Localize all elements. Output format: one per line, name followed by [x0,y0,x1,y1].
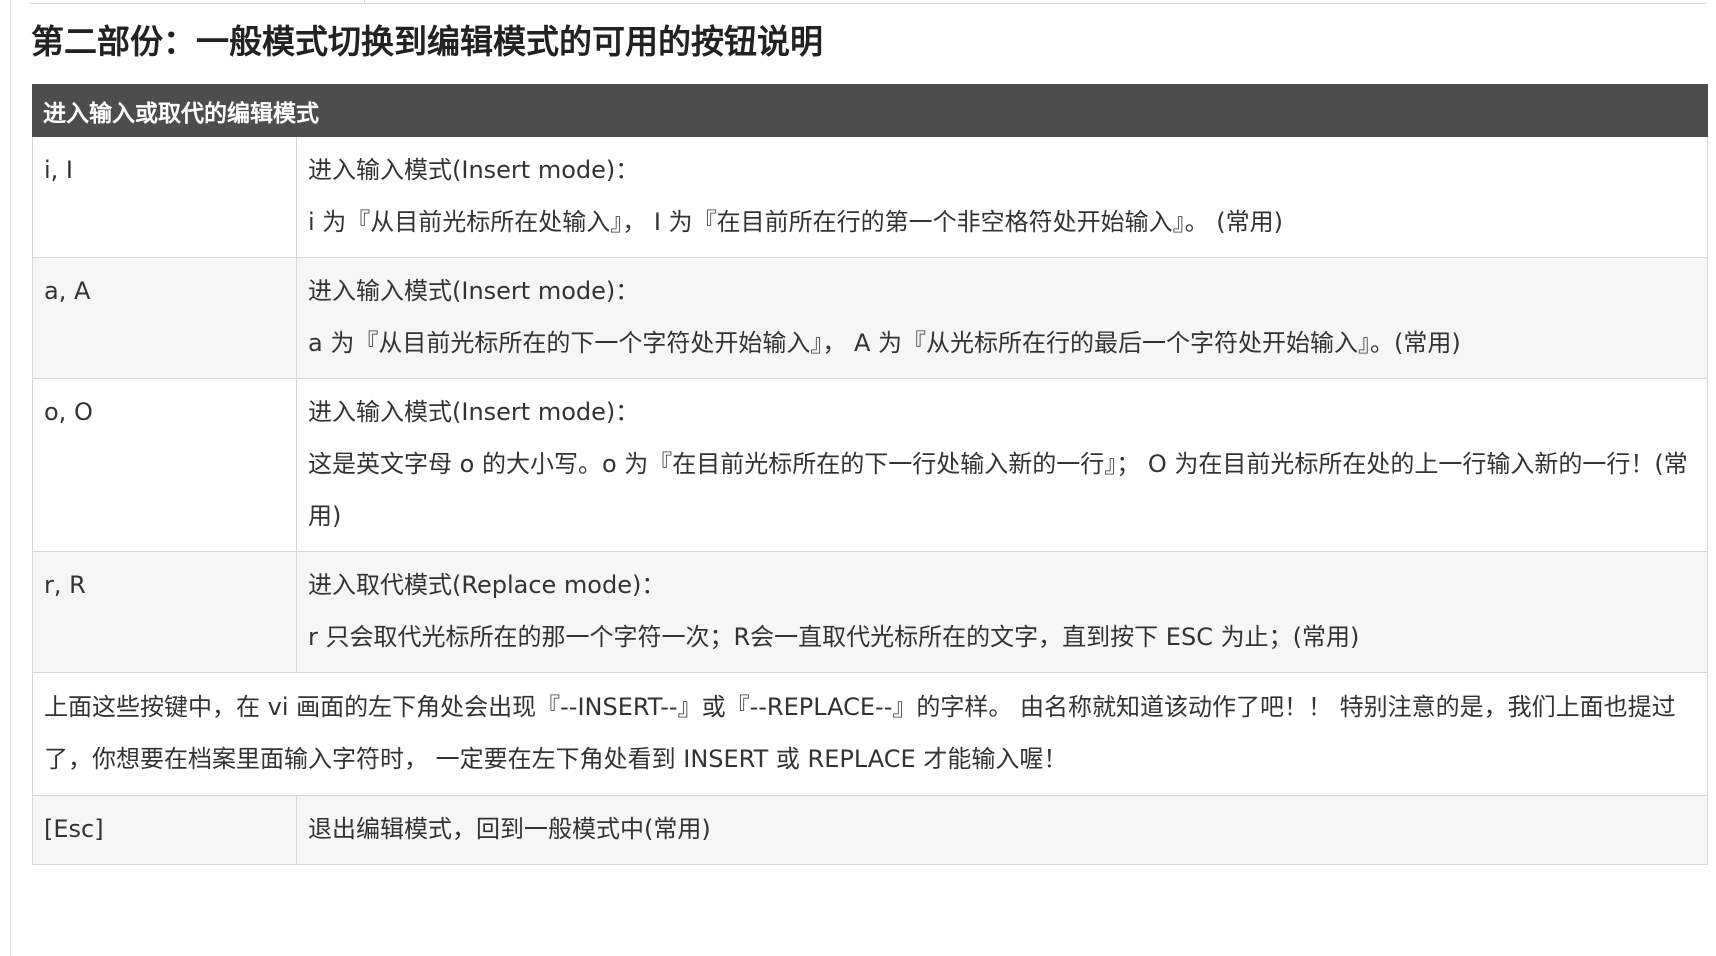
description-line: 进入输入模式(Insert mode)： [308,398,640,426]
section-title: 第二部份：一般模式切换到编辑模式的可用的按钮说明 [31,22,823,61]
description-line: 这是英文字母 o 的大小写。o 为『在目前光标所在的下一行处输入新的一行』； O… [308,450,1688,530]
description-line: i 为『从目前光标所在处输入』， I 为『在目前所在行的第一个非空格符处开始输入… [308,208,1283,236]
description-line: 进入输入模式(Insert mode)： [308,156,640,184]
command-description: 进入取代模式(Replace mode)： r 只会取代光标所在的那一个字符一次… [296,551,1708,673]
description-line: 进入输入模式(Insert mode)： [308,277,640,305]
command-key: o, O [32,378,297,552]
command-description: 进入输入模式(Insert mode)： 这是英文字母 o 的大小写。o 为『在… [296,378,1708,552]
note-text: 上面这些按键中，在 vi 画面的左下角处会出现『--INSERT--』或『--R… [32,672,1708,796]
table-row-o: o, O 进入输入模式(Insert mode)： 这是英文字母 o 的大小写。… [32,378,1708,552]
table-row-r: r, R 进入取代模式(Replace mode)： r 只会取代光标所在的那一… [32,551,1708,673]
table-row-esc: [Esc] 退出编辑模式，回到一般模式中(常用) [32,795,1708,865]
command-key: i, I [32,136,297,258]
command-key: a, A [32,257,297,379]
command-description: 进入输入模式(Insert mode)： a 为『从目前光标所在的下一个字符处开… [296,257,1708,379]
description-line: 进入取代模式(Replace mode)： [308,571,666,599]
command-key: r, R [32,551,297,673]
previous-table-column-divider [364,0,365,3]
table-header: 进入输入或取代的编辑模式 [32,84,1708,137]
table-row-a: a, A 进入输入模式(Insert mode)： a 为『从目前光标所在的下一… [32,257,1708,379]
previous-table-bottom-edge [30,0,1706,4]
edit-mode-commands-table: 进入输入或取代的编辑模式 i, I 进入输入模式(Insert mode)： i… [32,84,1708,865]
page-left-rule [10,0,11,956]
description-line: a 为『从目前光标所在的下一个字符处开始输入』， A 为『从光标所在行的最后一个… [308,329,1461,357]
command-key: [Esc] [32,795,297,865]
table-header-row: 进入输入或取代的编辑模式 [32,84,1708,137]
description-line: r 只会取代光标所在的那一个字符一次；R会一直取代光标所在的文字，直到按下 ES… [308,623,1360,651]
table-row-note: 上面这些按键中，在 vi 画面的左下角处会出现『--INSERT--』或『--R… [32,672,1708,796]
command-description: 进入输入模式(Insert mode)： i 为『从目前光标所在处输入』， I … [296,136,1708,258]
table-row-i: i, I 进入输入模式(Insert mode)： i 为『从目前光标所在处输入… [32,136,1708,258]
command-description: 退出编辑模式，回到一般模式中(常用) [296,795,1708,865]
